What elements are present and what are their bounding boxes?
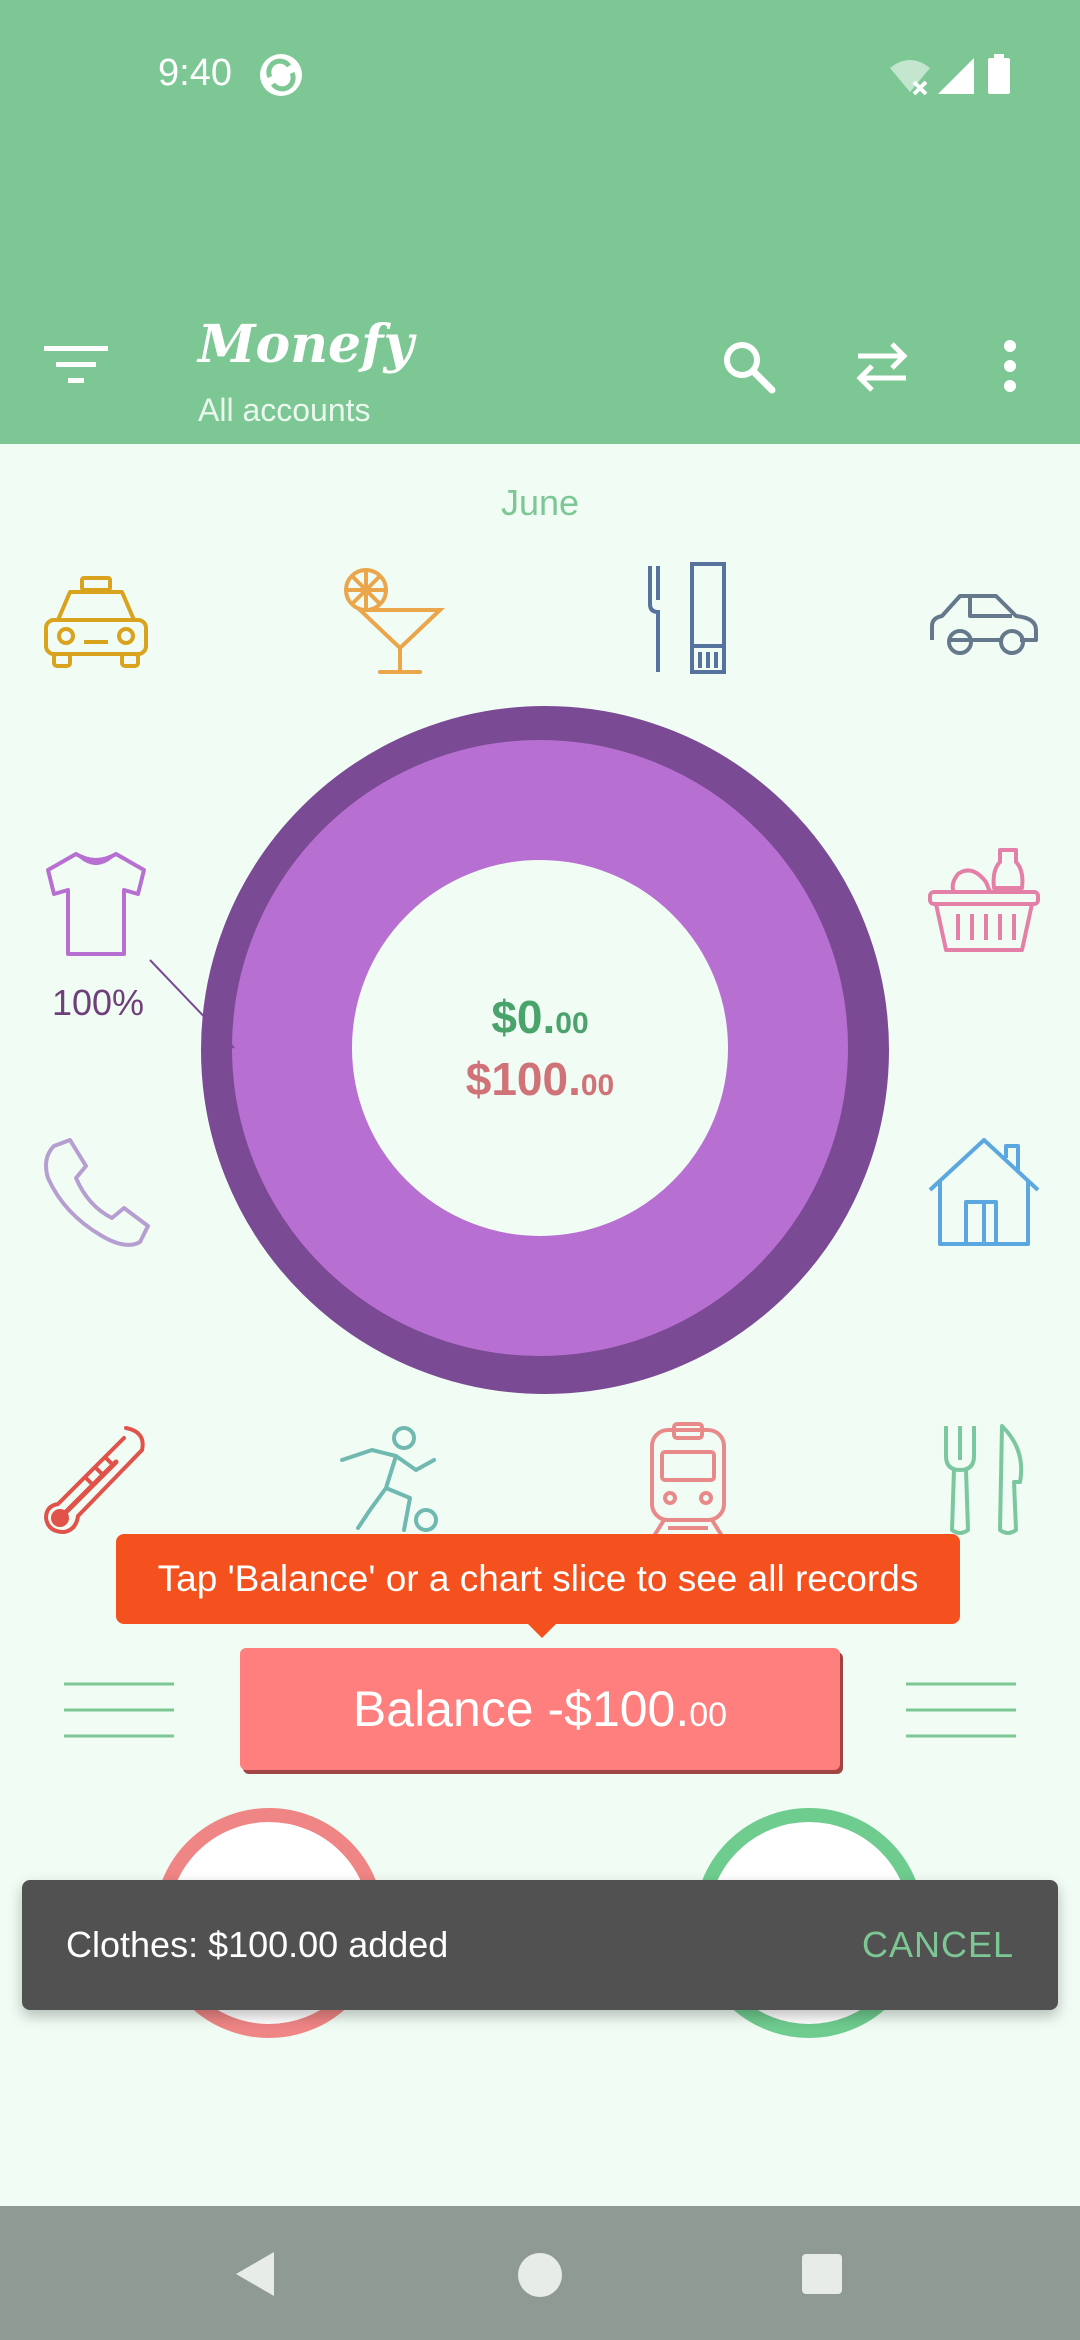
wifi-off-icon xyxy=(890,60,930,96)
category-sports[interactable] xyxy=(330,1420,450,1540)
period-label[interactable]: June xyxy=(0,482,1080,524)
snackbar-cancel-button[interactable]: CANCEL xyxy=(862,1880,1014,2010)
home-icon[interactable] xyxy=(515,2250,565,2300)
account-selector[interactable]: All accounts xyxy=(198,392,371,429)
phone-icon xyxy=(44,1138,150,1247)
app-title: Monefy xyxy=(198,314,414,375)
signal-icon xyxy=(938,58,974,94)
expense-total[interactable]: $100.00 xyxy=(420,1052,660,1106)
search-icon[interactable] xyxy=(720,338,778,396)
thermometer-icon xyxy=(43,1426,145,1535)
sync-icon xyxy=(260,54,302,96)
car-icon xyxy=(930,594,1038,655)
app-toolbar xyxy=(0,150,1080,444)
hint-tooltip: Tap 'Balance' or a chart slice to see al… xyxy=(116,1534,960,1624)
income-total-whole: $0. xyxy=(491,991,556,1043)
status-time: 9:40 xyxy=(158,52,232,94)
tooltip-arrow xyxy=(526,1622,558,1638)
snackbar: Clothes: $100.00 added CANCEL xyxy=(22,1880,1058,2010)
right-menu-icon[interactable] xyxy=(906,1680,1016,1740)
expense-total-whole: $100. xyxy=(465,1053,581,1105)
fork-knife-icon xyxy=(944,1424,1024,1535)
category-communications[interactable] xyxy=(36,1132,156,1252)
recents-icon[interactable] xyxy=(800,2252,844,2296)
tshirt-icon xyxy=(46,852,146,956)
chart-slice-clothes[interactable] xyxy=(232,740,848,1356)
slice-percent-label: 100% xyxy=(51,982,145,1023)
soccer-player-icon xyxy=(340,1426,438,1532)
category-taxi[interactable] xyxy=(36,560,156,680)
cocktail-icon xyxy=(344,568,446,674)
filter-icon[interactable] xyxy=(42,340,112,390)
category-car[interactable] xyxy=(924,560,1044,680)
transfer-icon[interactable] xyxy=(854,340,910,394)
category-clothes[interactable] xyxy=(36,844,156,964)
category-toiletry[interactable] xyxy=(628,560,748,680)
left-menu-icon[interactable] xyxy=(64,1680,174,1740)
snackbar-message: Clothes: $100.00 added xyxy=(66,1924,449,1965)
battery-icon xyxy=(988,54,1010,94)
taxi-icon xyxy=(44,576,148,668)
category-health[interactable] xyxy=(36,1420,156,1540)
train-icon xyxy=(650,1422,726,1538)
back-icon[interactable] xyxy=(230,2248,280,2300)
more-vert-icon[interactable] xyxy=(1000,336,1020,396)
category-food[interactable] xyxy=(924,844,1044,964)
category-drinks[interactable] xyxy=(330,560,450,680)
balance-cents: 00 xyxy=(689,1696,728,1734)
balance-button[interactable]: Balance -$100.00 xyxy=(240,1648,840,1770)
slice-leader-line xyxy=(149,959,235,1049)
house-icon xyxy=(928,1138,1040,1246)
grocery-basket-icon xyxy=(928,848,1040,952)
category-transport[interactable] xyxy=(628,1420,748,1540)
income-total-cents: 00 xyxy=(555,1007,589,1040)
income-total[interactable]: $0.00 xyxy=(420,990,660,1044)
balance-label: Balance -$100. xyxy=(352,1681,690,1737)
toiletries-icon xyxy=(648,562,726,674)
category-eating-out[interactable] xyxy=(924,1420,1044,1540)
category-house[interactable] xyxy=(924,1132,1044,1252)
expense-total-cents: 00 xyxy=(580,1069,615,1102)
